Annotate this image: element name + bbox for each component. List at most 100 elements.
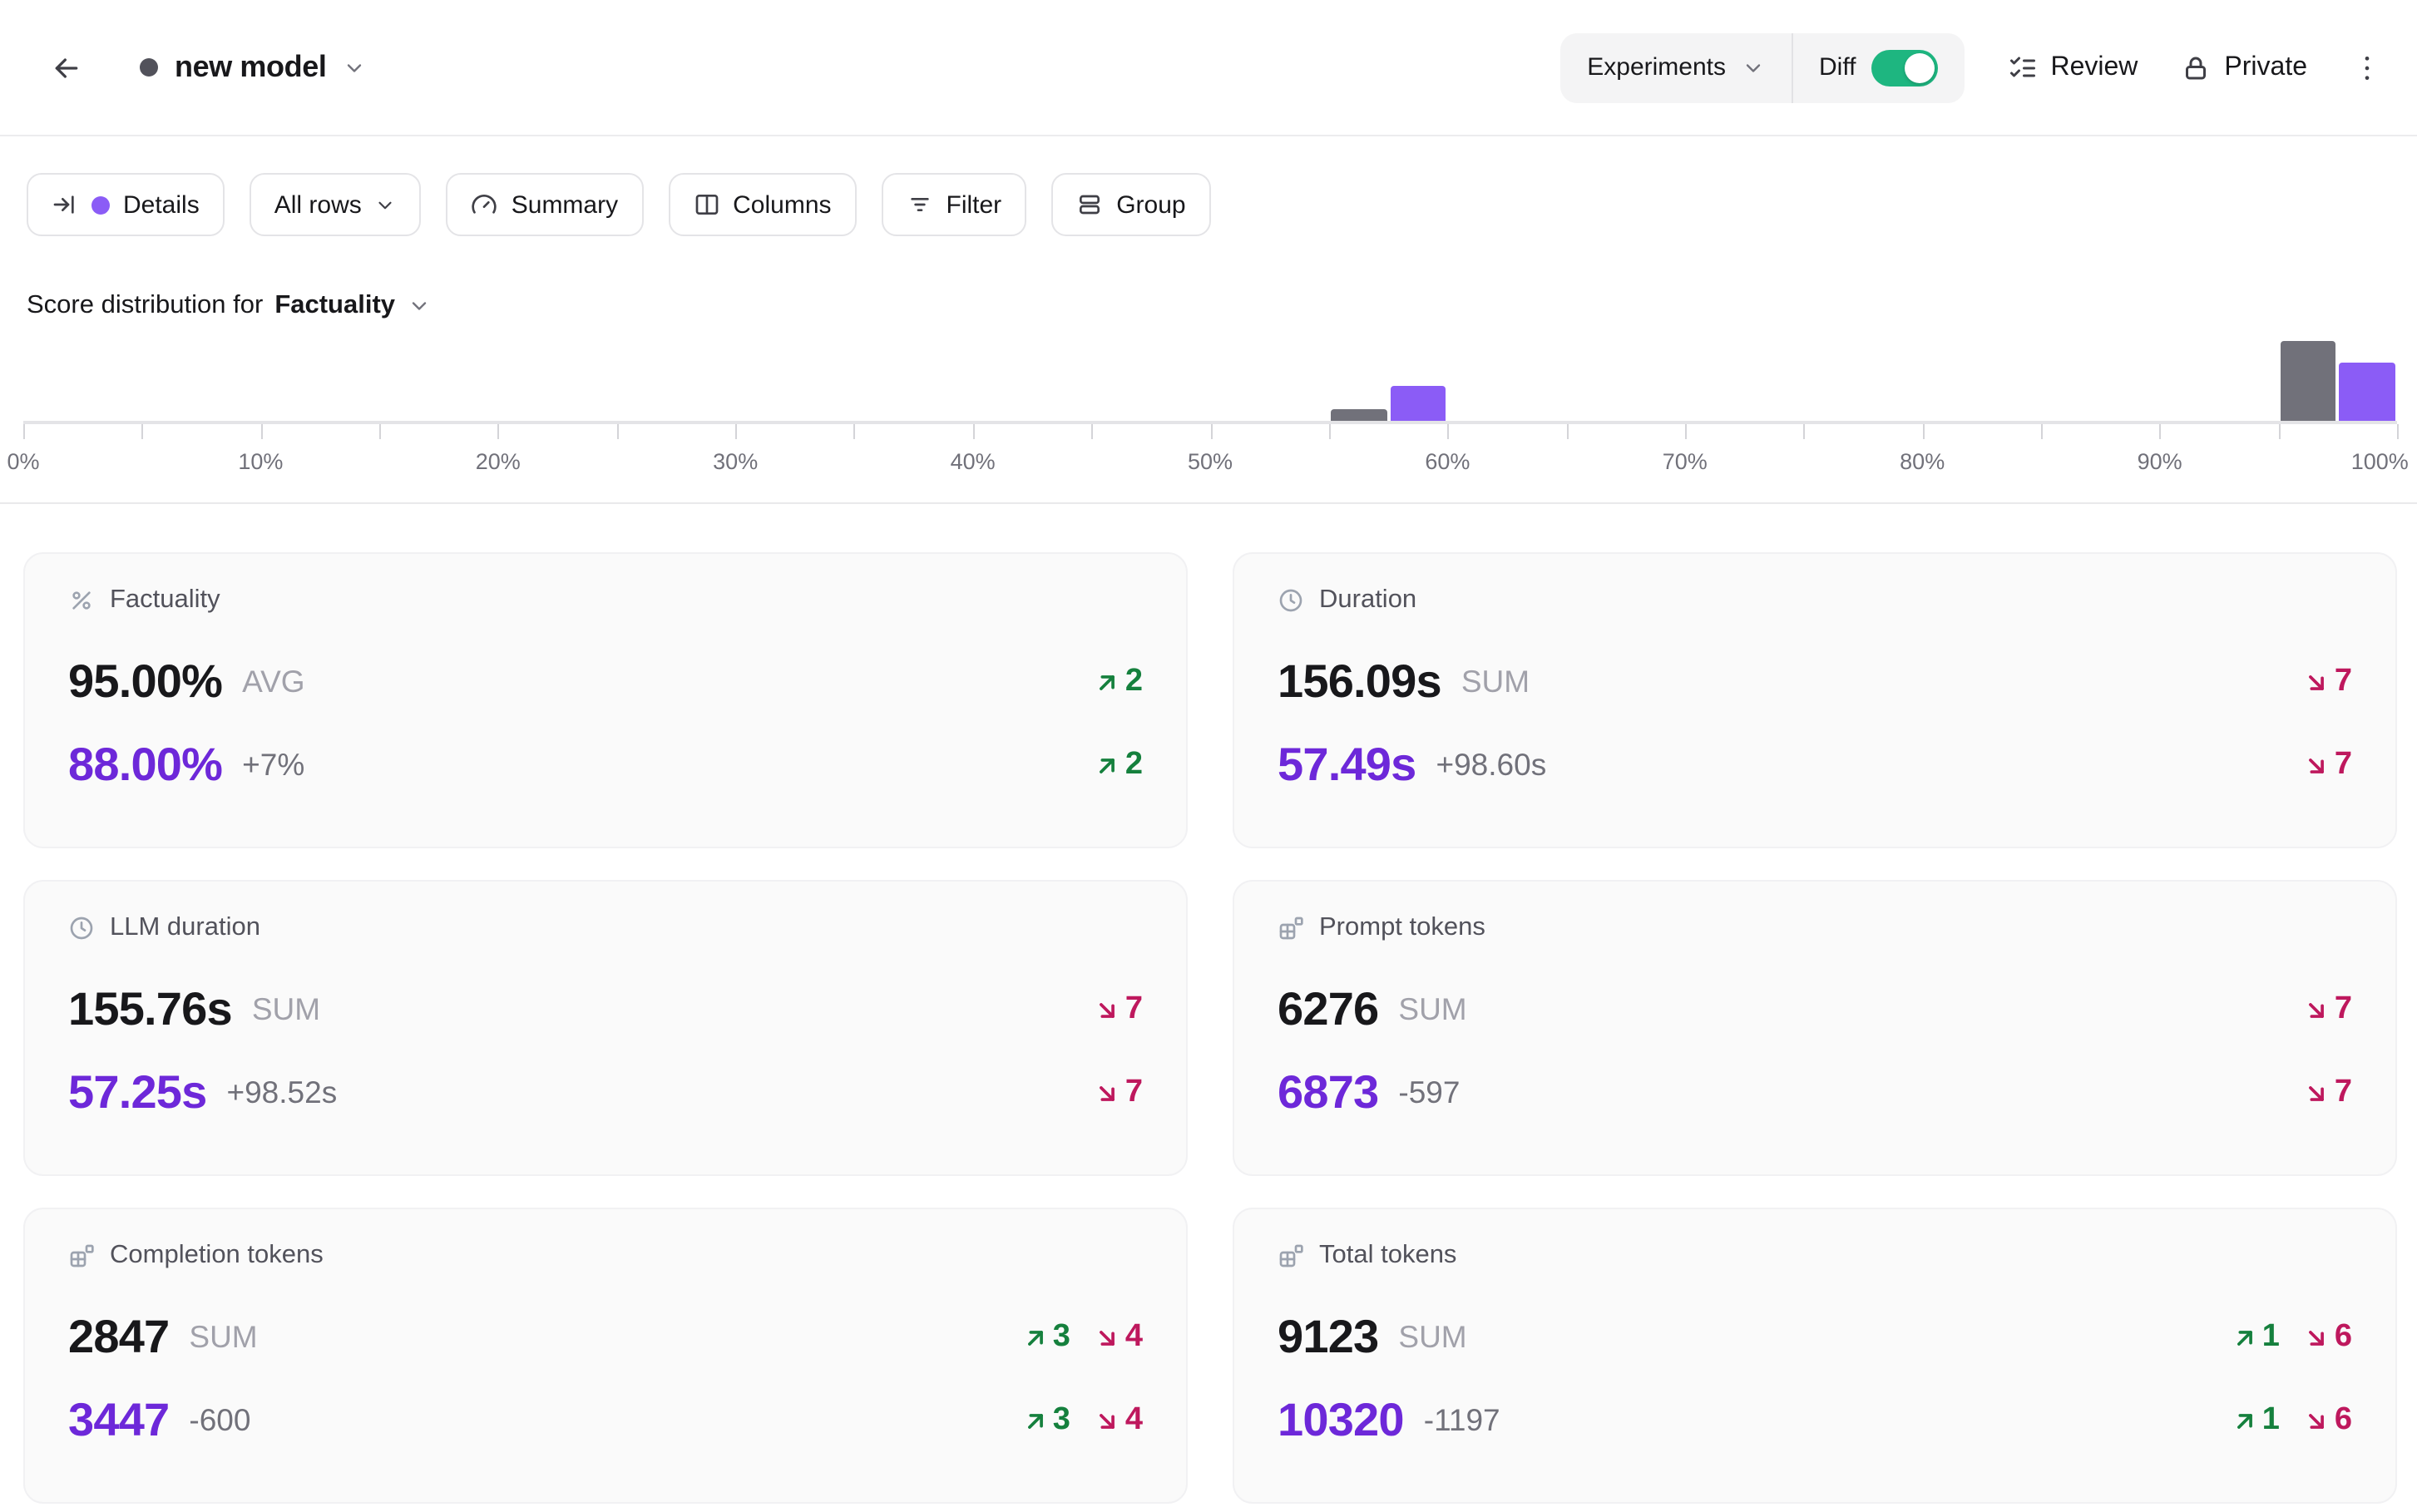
metric-card-prompt-tokens[interactable]: Prompt tokens 6276 SUM 7 6873 -597: [1233, 880, 2397, 1176]
trend-down-icon: [1094, 996, 1122, 1024]
regressed-count: 7: [2335, 991, 2352, 1028]
axis-tick: [142, 424, 144, 439]
metric-card-factuality[interactable]: Factuality 95.00% AVG 2 88.00% +7%: [23, 552, 1188, 848]
summary-button[interactable]: Summary: [447, 173, 643, 236]
trend-up-icon: [2231, 1406, 2259, 1435]
comparison-value: 10320: [1278, 1394, 1404, 1447]
trend-up-icon: [2231, 1323, 2259, 1351]
axis-tick-label: 60%: [1425, 449, 1470, 474]
chevron-down-icon: [375, 194, 397, 215]
trend-badges: 2: [1094, 664, 1143, 700]
regressed-count: 4: [1125, 1319, 1143, 1356]
delta-label: -1197: [1424, 1402, 1500, 1439]
metric-card-completion-tokens[interactable]: Completion tokens 2847 SUM 3 4 3447: [23, 1208, 1188, 1504]
card-title-row: Prompt tokens: [1278, 912, 2352, 945]
trend-badges: 3 4: [1021, 1402, 1143, 1439]
private-button[interactable]: Private: [2181, 52, 2307, 82]
metric-card-duration[interactable]: Duration 156.09s SUM 7 57.49s +98.60s: [1233, 552, 2397, 848]
diff-toggle[interactable]: [1871, 49, 1937, 86]
x-axis-labels: 0%10%20%30%40%50%60%70%80%90%100%: [23, 449, 2397, 486]
axis-tick-label: 70%: [1663, 449, 1708, 474]
metric-card-total-tokens[interactable]: Total tokens 9123 SUM 1 6 10320: [1233, 1208, 2397, 1504]
regressed-badge: 6: [2303, 1402, 2352, 1439]
axis-tick-label: 20%: [476, 449, 521, 474]
trend-badges: 1 6: [2231, 1402, 2352, 1439]
card-title-row: LLM duration: [68, 912, 1143, 945]
group-button[interactable]: Group: [1051, 173, 1210, 236]
axis-tick-label: 90%: [2138, 449, 2182, 474]
comparison-metric-row: 6873 -597 7: [1278, 1065, 2352, 1121]
comparison-metric-row: 3447 -600 3 4: [68, 1392, 1143, 1449]
trend-badges: 7: [2303, 747, 2352, 783]
review-button[interactable]: Review: [2007, 52, 2138, 82]
x-axis-ticks: [23, 424, 2397, 439]
comparison-value: 3447: [68, 1394, 169, 1447]
group-icon: [1076, 191, 1103, 218]
trend-down-icon: [1094, 1323, 1122, 1351]
trend-badges: 7: [1094, 1075, 1143, 1111]
axis-tick: [1566, 424, 1568, 439]
aggregation-label: SUM: [1461, 664, 1530, 700]
regressed-count: 7: [2335, 1075, 2352, 1111]
clock-icon: [1278, 587, 1304, 614]
delta-label: -597: [1398, 1075, 1460, 1111]
regressed-badge: 7: [1094, 991, 1143, 1028]
details-button[interactable]: Details: [27, 173, 225, 236]
delta-label: +7%: [242, 747, 304, 783]
aggregation-label: SUM: [1398, 1319, 1466, 1356]
experiments-label: Experiments: [1587, 53, 1726, 82]
columns-button[interactable]: Columns: [668, 173, 856, 236]
axis-tick: [1922, 424, 1924, 439]
axis-tick: [1091, 424, 1093, 439]
improved-count: 2: [1125, 664, 1143, 700]
trend-down-icon: [2303, 1406, 2331, 1435]
primary-value: 155.76s: [68, 983, 232, 1036]
regressed-badge: 4: [1094, 1402, 1143, 1439]
primary-value: 6276: [1278, 983, 1378, 1036]
axis-tick: [1804, 424, 1806, 439]
experiment-page: new model Experiments Diff Review: [0, 0, 2417, 1512]
trend-down-icon: [1094, 1406, 1122, 1435]
primary-metric-row: 6276 SUM 7: [1278, 981, 2352, 1038]
chevron-down-icon: [343, 56, 366, 79]
improved-badge: 3: [1021, 1402, 1070, 1439]
experiment-color-dot: [140, 58, 158, 77]
trend-badges: 7: [2303, 1075, 2352, 1111]
diff-segment[interactable]: Diff: [1792, 32, 1964, 102]
experiments-dropdown[interactable]: Experiments: [1560, 32, 1791, 102]
histogram-bar-comparison-experiment: [1331, 409, 1386, 421]
more-options-button[interactable]: [2350, 51, 2384, 84]
primary-metric-row: 95.00% AVG 2: [68, 654, 1143, 710]
experiments-diff-control: Experiments Diff: [1560, 32, 1964, 102]
score-distribution-prefix: Score distribution for: [27, 291, 263, 321]
regressed-count: 7: [1125, 991, 1143, 1028]
comparison-metric-row: 57.49s +98.60s 7: [1278, 737, 2352, 793]
axis-tick: [498, 424, 500, 439]
private-label: Private: [2224, 52, 2307, 82]
improved-badge: 2: [1094, 747, 1143, 783]
trend-badges: 7: [2303, 991, 2352, 1028]
header-actions: Experiments Diff Review Private: [1560, 32, 2384, 102]
back-button[interactable]: [43, 44, 90, 91]
comparison-metric-row: 88.00% +7% 2: [68, 737, 1143, 793]
trend-badges: 7: [1094, 991, 1143, 1028]
histogram-plot-area: [23, 331, 2397, 424]
filter-button[interactable]: Filter: [882, 173, 1027, 236]
axis-tick: [2041, 424, 2043, 439]
delta-label: +98.60s: [1436, 747, 1547, 783]
experiment-color-dot: [91, 195, 110, 214]
experiment-title-menu[interactable]: new model: [140, 50, 366, 85]
metric-card-llm-duration[interactable]: LLM duration 155.76s SUM 7 57.25s +98.52…: [23, 880, 1188, 1176]
arrow-bar-right-icon: [52, 191, 78, 218]
all-rows-dropdown[interactable]: All rows: [250, 173, 422, 236]
columns-icon: [693, 191, 719, 218]
comparison-value: 57.49s: [1278, 739, 1416, 792]
aggregation-label: AVG: [242, 664, 304, 700]
clock-icon: [68, 915, 95, 941]
axis-tick: [617, 424, 619, 439]
regressed-badge: 7: [2303, 664, 2352, 700]
score-distribution-title[interactable]: Score distribution for Factuality: [27, 291, 2390, 321]
trend-badges: 7: [2303, 664, 2352, 700]
gauge-icon: [472, 191, 498, 218]
card-title-row: Duration: [1278, 584, 2352, 617]
